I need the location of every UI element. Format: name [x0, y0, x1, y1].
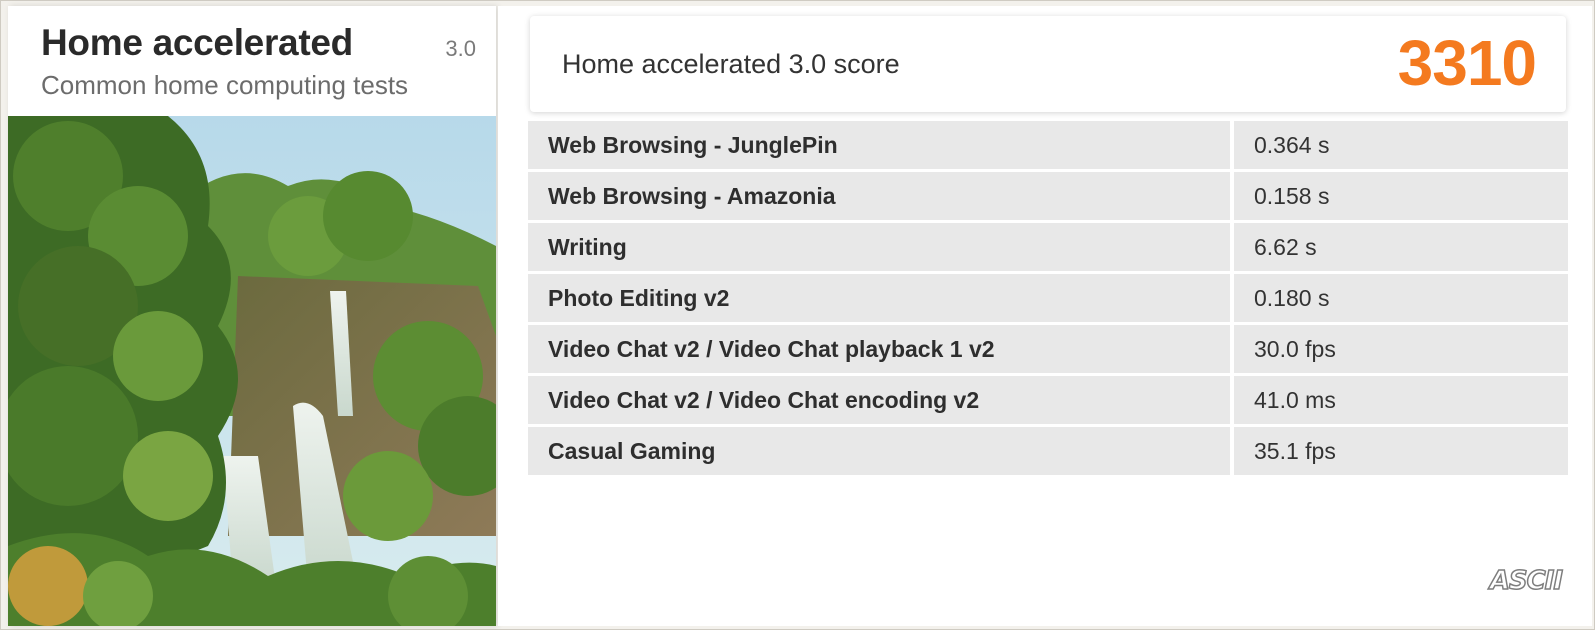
result-name: Casual Gaming — [528, 427, 1230, 475]
test-info-panel: Home accelerated 3.0 Common home computi… — [8, 6, 496, 626]
waterfall-image — [8, 116, 496, 626]
results-table: Web Browsing - JunglePin 0.364 s Web Brows… — [528, 121, 1568, 478]
score-value: 3310 — [1397, 27, 1537, 99]
result-value: 41.0 ms — [1234, 376, 1568, 424]
result-name: Photo Editing v2 — [528, 274, 1230, 322]
result-row: Photo Editing v2 0.180 s — [528, 274, 1568, 322]
test-version: 3.0 — [445, 36, 476, 61]
result-name: Writing — [528, 223, 1230, 271]
test-title: Home accelerated — [41, 22, 353, 63]
result-name: Web Browsing - JunglePin — [528, 121, 1230, 169]
result-row: Web Browsing - JunglePin 0.364 s — [528, 121, 1568, 169]
result-row: Writing 6.62 s — [528, 223, 1568, 271]
score-card: Home accelerated 3.0 score 3310 — [530, 16, 1566, 112]
result-row: Video Chat v2 / Video Chat encoding v2 41… — [528, 376, 1568, 424]
result-value: 0.180 s — [1234, 274, 1568, 322]
test-subtitle: Common home computing tests — [41, 70, 409, 100]
result-name: Video Chat v2 / Video Chat encoding v2 — [528, 376, 1230, 424]
result-row: Web Browsing - Amazonia 0.158 s — [528, 172, 1568, 220]
result-value: 35.1 fps — [1234, 427, 1568, 475]
result-value: 6.62 s — [1234, 223, 1568, 271]
score-label: Home accelerated 3.0 score — [562, 49, 900, 79]
app-frame: Home accelerated 3.0 Common home computi… — [0, 0, 1595, 630]
result-name: Web Browsing - Amazonia — [528, 172, 1230, 220]
watermark-logo: ASCII — [1489, 565, 1564, 597]
result-name: Video Chat v2 / Video Chat playback 1 v2 — [528, 325, 1230, 373]
result-value: 0.364 s — [1234, 121, 1568, 169]
result-value: 30.0 fps — [1234, 325, 1568, 373]
result-row: Video Chat v2 / Video Chat playback 1 v2… — [528, 325, 1568, 373]
result-value: 0.158 s — [1234, 172, 1568, 220]
results-panel: Home accelerated 3.0 score 3310 Web Brow… — [498, 6, 1592, 626]
result-row: Casual Gaming 35.1 fps — [528, 427, 1568, 475]
